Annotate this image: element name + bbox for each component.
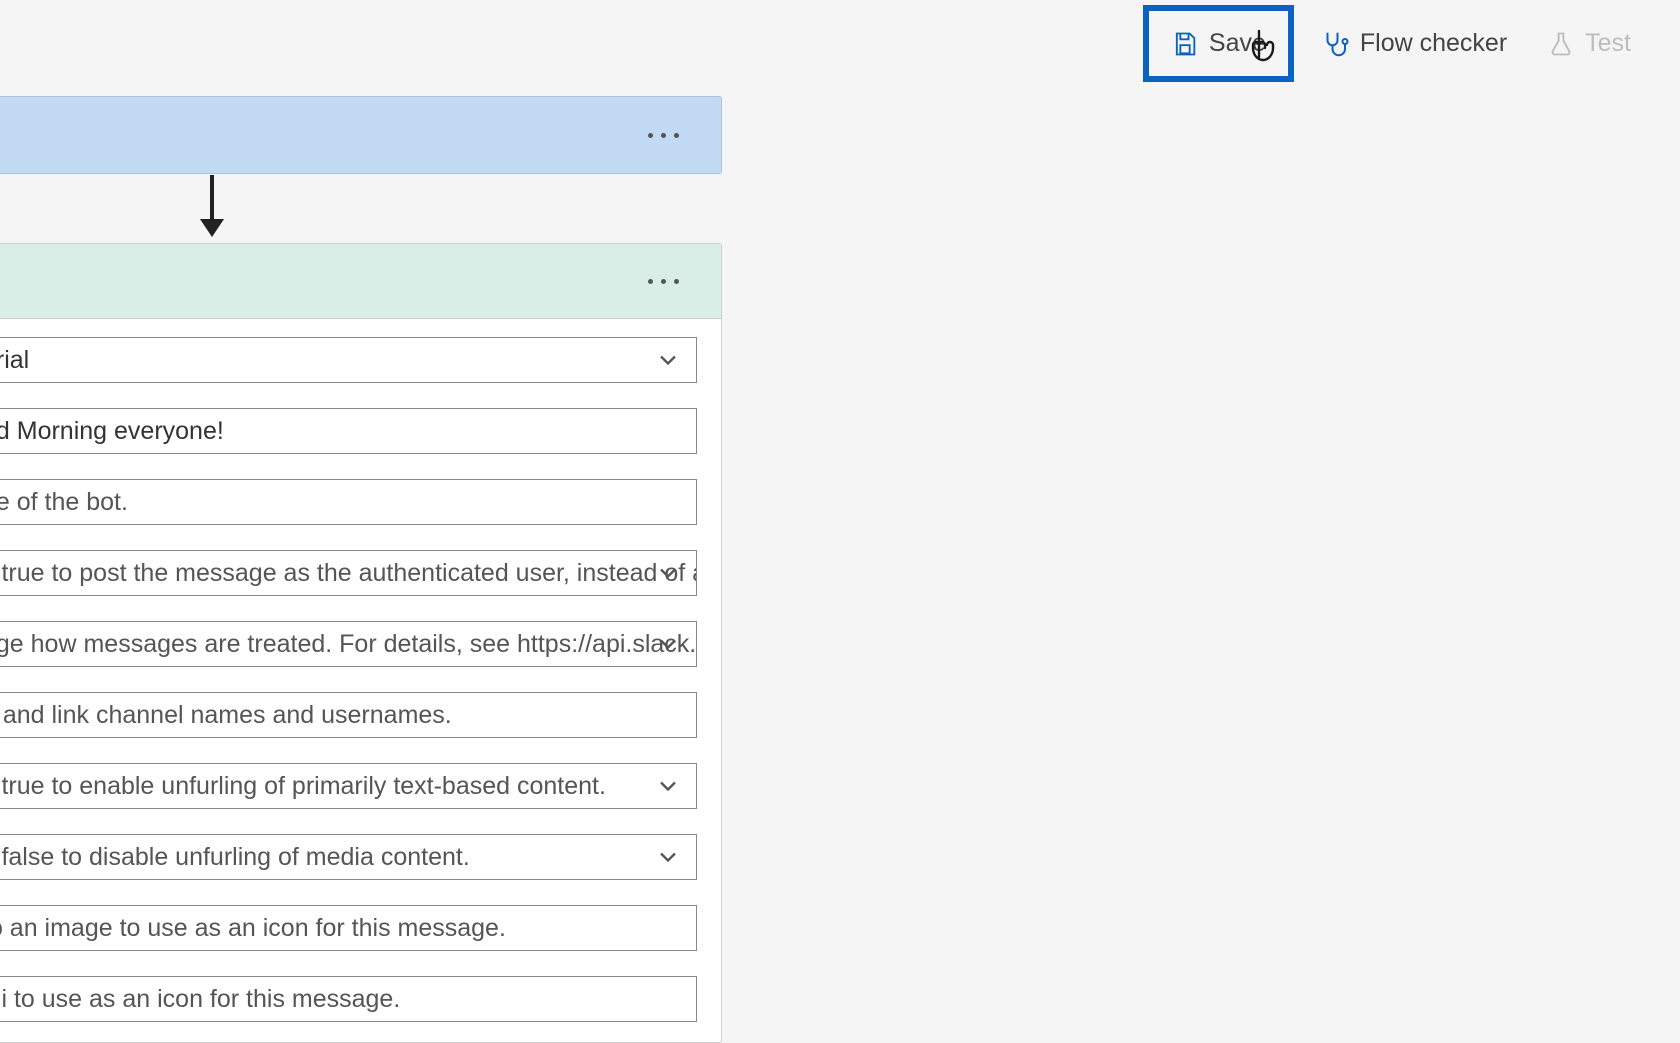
action-card-header[interactable] bbox=[0, 244, 721, 319]
field-placeholder-text: oji to use as an icon for this message. bbox=[0, 985, 400, 1014]
field-placeholder-text: s false to disable unfurling of media co… bbox=[0, 843, 470, 872]
flask-icon bbox=[1547, 30, 1575, 58]
toolbar: Save Flow checker Test bbox=[1143, 5, 1645, 82]
action-field[interactable]: s true to post the message as the authen… bbox=[0, 550, 697, 596]
test-button[interactable]: Test bbox=[1533, 19, 1645, 68]
action-field[interactable]: ne of the bot. bbox=[0, 479, 697, 525]
action-field[interactable]: oji to use as an icon for this message. bbox=[0, 976, 697, 1022]
field-placeholder-text: nge how messages are treated. For detail… bbox=[0, 630, 697, 659]
field-value-text: od Morning everyone! bbox=[0, 417, 224, 446]
arrow-line-icon bbox=[210, 175, 214, 221]
ellipsis-icon bbox=[661, 279, 666, 284]
ellipsis-icon bbox=[674, 279, 679, 284]
chevron-down-icon[interactable] bbox=[654, 346, 682, 374]
save-icon bbox=[1171, 30, 1199, 58]
ellipsis-icon bbox=[648, 133, 653, 138]
trigger-card-menu[interactable] bbox=[638, 123, 689, 148]
save-label: Save bbox=[1209, 29, 1266, 58]
save-button[interactable]: Save bbox=[1143, 5, 1294, 82]
flow-checker-label: Flow checker bbox=[1360, 29, 1507, 58]
chevron-down-icon[interactable] bbox=[654, 772, 682, 800]
action-card-menu[interactable] bbox=[638, 269, 689, 294]
chevron-down-icon[interactable] bbox=[654, 630, 682, 658]
action-field[interactable]: s false to disable unfurling of media co… bbox=[0, 834, 697, 880]
ellipsis-icon bbox=[674, 133, 679, 138]
flow-checker-button[interactable]: Flow checker bbox=[1306, 19, 1521, 69]
action-field[interactable]: orial bbox=[0, 337, 697, 383]
field-placeholder-text: s true to post the message as the authen… bbox=[0, 559, 697, 588]
action-field[interactable]: od Morning everyone! bbox=[0, 408, 697, 454]
chevron-down-icon[interactable] bbox=[654, 559, 682, 587]
ellipsis-icon bbox=[661, 133, 666, 138]
stethoscope-icon bbox=[1320, 29, 1350, 59]
flow-connector-arrow bbox=[200, 175, 224, 237]
action-card-body: orial od Morning everyone! ne of the bot. s… bbox=[0, 319, 721, 1042]
action-card[interactable]: orial od Morning everyone! ne of the bot. s… bbox=[0, 243, 722, 1043]
field-placeholder-text: s true to enable unfurling of primarily … bbox=[0, 772, 606, 801]
field-placeholder-text: to an image to use as an icon for this m… bbox=[0, 914, 506, 943]
action-field[interactable]: nge how messages are treated. For detail… bbox=[0, 621, 697, 667]
chevron-down-icon[interactable] bbox=[654, 843, 682, 871]
field-placeholder-text: ne of the bot. bbox=[0, 488, 128, 517]
test-label: Test bbox=[1585, 29, 1631, 58]
action-field[interactable]: s true to enable unfurling of primarily … bbox=[0, 763, 697, 809]
ellipsis-icon bbox=[648, 279, 653, 284]
flow-editor-canvas[interactable]: Save Flow checker Test bbox=[0, 0, 1680, 945]
action-field[interactable]: to an image to use as an icon for this m… bbox=[0, 905, 697, 951]
trigger-card[interactable] bbox=[0, 96, 722, 174]
arrow-head-icon bbox=[200, 219, 224, 237]
field-value-text: orial bbox=[0, 346, 29, 375]
field-placeholder-text: d and link channel names and usernames. bbox=[0, 701, 452, 730]
action-field[interactable]: d and link channel names and usernames. bbox=[0, 692, 697, 738]
